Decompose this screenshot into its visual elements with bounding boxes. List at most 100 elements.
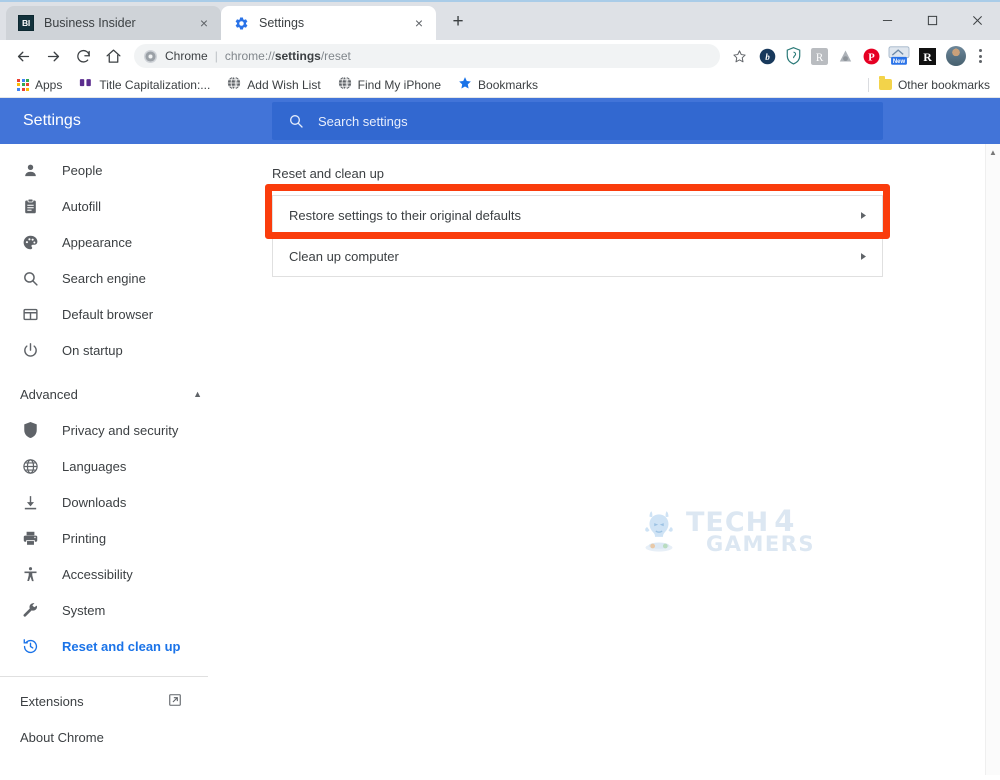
- sidebar-item-autofill[interactable]: Autofill: [0, 188, 222, 224]
- mascot-icon: [645, 511, 673, 552]
- close-button[interactable]: [955, 2, 1000, 38]
- person-icon: [20, 160, 40, 180]
- quote-icon: [79, 77, 93, 93]
- search-placeholder: Search settings: [318, 113, 408, 129]
- profile-avatar[interactable]: [946, 46, 966, 66]
- sidebar-item-appearance[interactable]: Appearance: [0, 224, 222, 260]
- sidebar-item-accessibility[interactable]: Accessibility: [0, 556, 222, 592]
- sidebar-item-people[interactable]: People: [0, 152, 222, 188]
- bookmark-apps[interactable]: Apps: [10, 76, 69, 94]
- scroll-up-arrow[interactable]: ▲: [986, 144, 1000, 161]
- chrome-menu-icon[interactable]: [968, 43, 992, 69]
- home-icon[interactable]: [98, 41, 128, 71]
- maximize-button[interactable]: [910, 2, 955, 38]
- sidebar-item-label: Accessibility: [62, 566, 133, 582]
- advanced-label: Advanced: [20, 386, 78, 402]
- vertical-scrollbar[interactable]: ▲: [985, 144, 1000, 778]
- bookmark-label: Bookmarks: [478, 77, 539, 92]
- wrench-icon: [20, 600, 40, 620]
- sidebar-item-search-engine[interactable]: Search engine: [0, 260, 222, 296]
- row-label: Clean up computer: [289, 248, 399, 264]
- settings-header: Settings Search settings: [0, 98, 1000, 144]
- minimize-button[interactable]: [865, 2, 910, 38]
- sidebar-item-label: About Chrome: [20, 729, 104, 745]
- site-label: Chrome: [165, 49, 208, 63]
- apps-grid-icon: [17, 78, 29, 91]
- other-bookmarks-button[interactable]: Other bookmarks: [867, 76, 990, 92]
- bookmark-star-icon[interactable]: [726, 43, 752, 69]
- search-settings-input[interactable]: Search settings: [272, 102, 883, 140]
- bookmark-label: Title Capitalization:...: [99, 77, 211, 92]
- sidebar-item-label: Appearance: [62, 234, 133, 250]
- sidebar-item-on-startup[interactable]: On startup: [0, 332, 222, 368]
- row-restore-settings[interactable]: Restore settings to their original defau…: [272, 195, 883, 236]
- forward-icon[interactable]: [38, 41, 68, 71]
- globe-icon: [227, 76, 241, 93]
- svg-text:R: R: [923, 50, 932, 64]
- accessibility-icon: [20, 564, 40, 584]
- shield-extension-icon[interactable]: [784, 47, 802, 65]
- tab-business-insider[interactable]: BI Business Insider ×: [6, 6, 221, 40]
- address-bar[interactable]: Chrome | chrome://settings/reset: [134, 44, 720, 68]
- other-bookmarks-label: Other bookmarks: [897, 77, 990, 92]
- sidebar-item-system[interactable]: System: [0, 592, 222, 628]
- history-icon: [20, 636, 40, 656]
- sidebar-item-label: Reset and clean up: [62, 638, 181, 654]
- sidebar-item-languages[interactable]: Languages: [0, 448, 222, 484]
- sidebar-item-downloads[interactable]: Downloads: [0, 484, 222, 520]
- bookmark-bookmarks[interactable]: Bookmarks: [451, 74, 545, 95]
- settings-main: Reset and clean up Restore settings to t…: [222, 144, 1000, 778]
- watermark-line2: GAMERS: [705, 531, 815, 556]
- page-title: Settings: [23, 112, 81, 129]
- sidebar-item-label: Privacy and security: [62, 422, 179, 438]
- tab-close-icon[interactable]: ×: [410, 14, 428, 32]
- bitly-extension-icon[interactable]: b: [758, 47, 776, 65]
- url-suffix: /reset: [320, 49, 351, 63]
- settings-sidebar: People Autofill Appearance Search engine: [0, 144, 222, 778]
- bookmark-add-wish-list[interactable]: Add Wish List: [220, 74, 327, 95]
- watermark: TECH 4 GAMERS: [640, 502, 815, 560]
- bookmark-find-my-iphone[interactable]: Find My iPhone: [331, 74, 448, 95]
- sidebar-item-label: Autofill: [62, 198, 102, 214]
- chevron-up-icon: ▲: [193, 389, 202, 399]
- window-bottom-edge: [0, 775, 1000, 780]
- new-badge-extension-icon[interactable]: New: [888, 46, 910, 66]
- sidebar-item-printing[interactable]: Printing: [0, 520, 222, 556]
- r-black-extension-icon[interactable]: R: [918, 47, 936, 65]
- r-gray-extension-icon[interactable]: R: [810, 47, 828, 65]
- scrollbar-thumb[interactable]: [988, 161, 999, 311]
- search-icon: [20, 268, 40, 288]
- svg-text:b: b: [765, 52, 770, 62]
- window-controls: [865, 2, 1000, 38]
- bookmark-title-capitalization[interactable]: Title Capitalization:...: [72, 75, 217, 95]
- palette-icon: [20, 232, 40, 252]
- url-bold: settings: [274, 49, 321, 63]
- bookmark-label: Find My iPhone: [357, 77, 442, 92]
- watermark-line1b: 4: [774, 504, 795, 539]
- gear-icon: [233, 15, 249, 31]
- browser-window: BI Business Insider × Settings × + Chrom…: [0, 0, 1000, 780]
- sidebar-item-about-chrome[interactable]: About Chrome: [0, 719, 222, 755]
- svg-text:P: P: [868, 52, 875, 63]
- pinterest-extension-icon[interactable]: P: [862, 47, 880, 65]
- download-icon: [20, 492, 40, 512]
- drop-extension-icon[interactable]: [836, 47, 854, 65]
- sidebar-item-extensions[interactable]: Extensions: [0, 683, 222, 719]
- sidebar-item-reset-and-clean-up[interactable]: Reset and clean up: [0, 628, 222, 664]
- sidebar-item-privacy-and-security[interactable]: Privacy and security: [0, 412, 222, 448]
- sidebar-item-label: System: [62, 602, 106, 618]
- tab-close-icon[interactable]: ×: [195, 14, 213, 32]
- tab-settings[interactable]: Settings ×: [221, 6, 436, 40]
- sidebar-divider: [0, 676, 208, 677]
- row-label: Restore settings to their original defau…: [289, 208, 521, 223]
- settings-cards: Restore settings to their original defau…: [272, 195, 883, 277]
- new-tab-button[interactable]: +: [444, 8, 472, 36]
- back-icon[interactable]: [8, 41, 38, 71]
- chevron-right-icon: ▸: [860, 248, 866, 264]
- reload-icon[interactable]: [68, 41, 98, 71]
- tab-title: Business Insider: [44, 16, 136, 30]
- sidebar-item-default-browser[interactable]: Default browser: [0, 296, 222, 332]
- row-clean-up-computer[interactable]: Clean up computer ▸: [272, 236, 883, 277]
- sidebar-advanced-toggle[interactable]: Advanced ▲: [0, 376, 222, 412]
- globe-icon: [338, 76, 352, 93]
